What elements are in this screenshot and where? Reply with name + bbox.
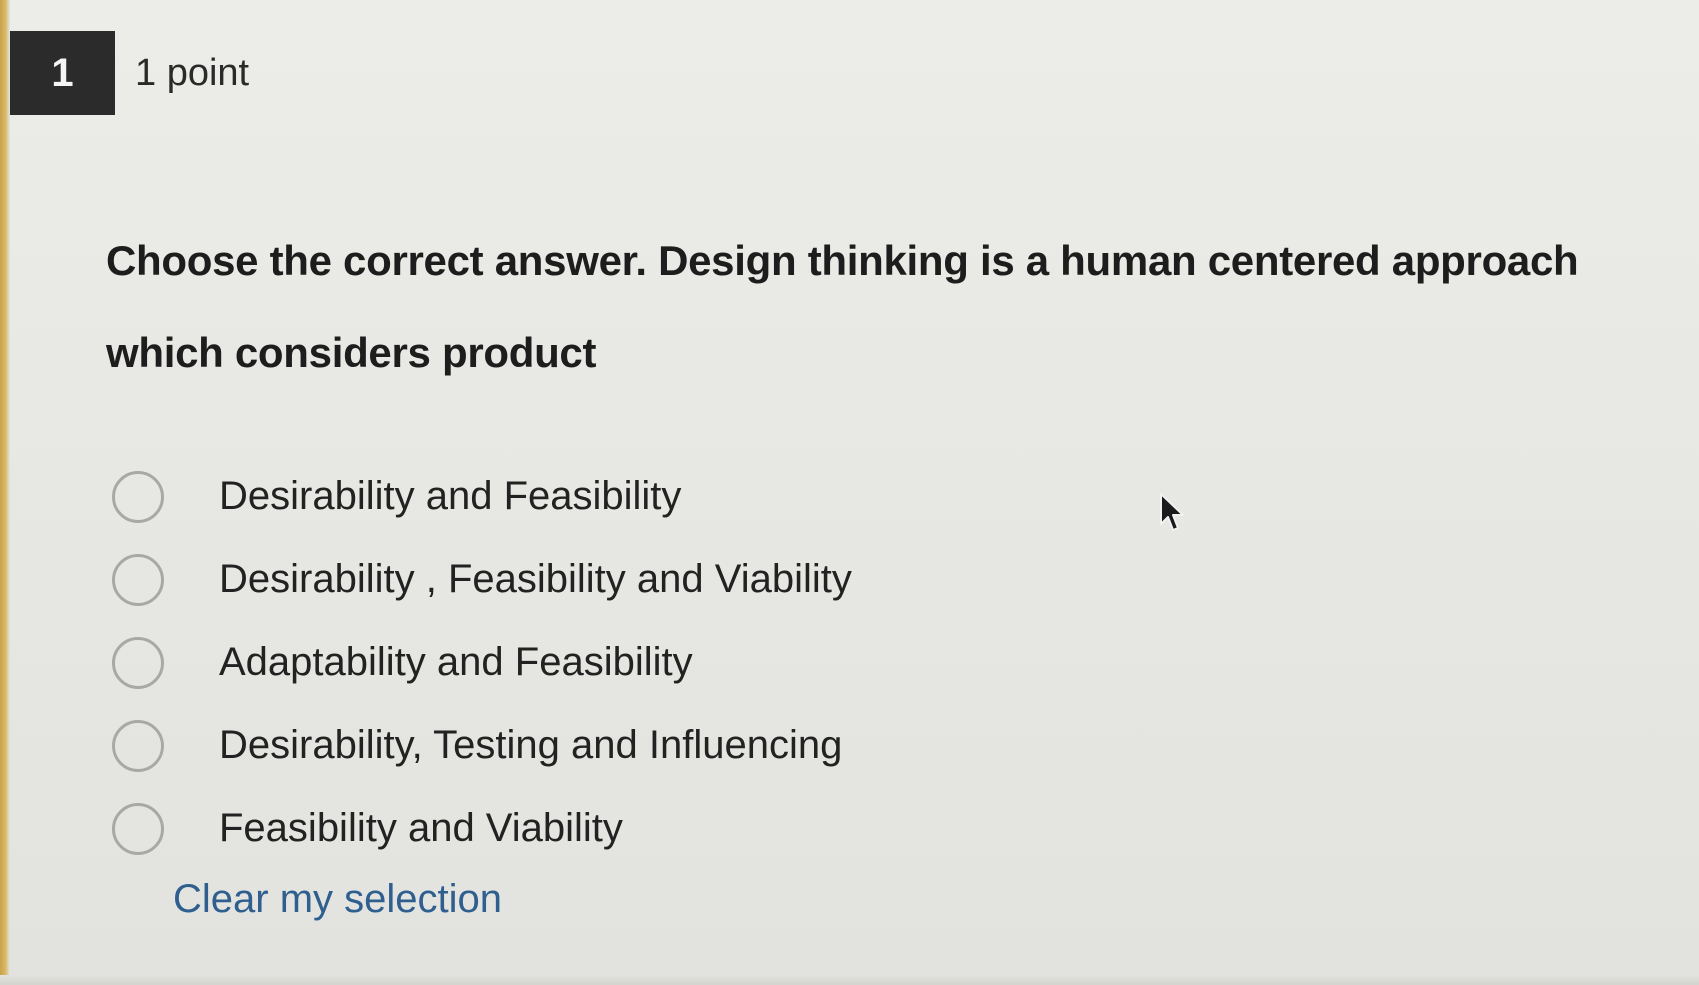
option-5[interactable]: Feasibility and Viability	[110, 787, 1210, 870]
question-points: 1 point	[135, 52, 250, 94]
option-label: Feasibility and Viability	[219, 806, 623, 850]
clear-selection-link[interactable]: Clear my selection	[173, 877, 502, 922]
option-1[interactable]: Desirability and Feasibility	[110, 455, 1210, 538]
option-2[interactable]: Desirability , Feasibility and Viability	[110, 538, 1210, 621]
option-4[interactable]: Desirability, Testing and Influencing	[110, 704, 1210, 787]
screen-bottom-edge	[0, 975, 1699, 985]
option-label: Desirability , Feasibility and Viability	[219, 557, 852, 601]
question-text: Choose the correct answer. Design thinki…	[106, 237, 1579, 376]
mouse-pointer-icon	[1160, 493, 1184, 531]
radio-button[interactable]	[112, 802, 164, 855]
question-number: 1	[51, 50, 74, 95]
option-3[interactable]: Adaptability and Feasibility	[110, 621, 1210, 704]
answer-options: Desirability and Feasibility Desirabilit…	[110, 455, 1210, 870]
radio-button[interactable]	[112, 719, 164, 772]
left-edge-accent	[0, 0, 10, 985]
radio-button[interactable]	[112, 553, 164, 606]
option-label: Desirability and Feasibility	[219, 474, 682, 518]
quiz-page: 1 1 point Choose the correct answer. Des…	[0, 0, 1699, 985]
option-label: Adaptability and Feasibility	[219, 640, 693, 684]
option-label: Desirability, Testing and Influencing	[219, 723, 843, 767]
question-number-badge: 1	[10, 31, 115, 115]
radio-button[interactable]	[112, 636, 164, 689]
radio-button[interactable]	[112, 470, 164, 523]
